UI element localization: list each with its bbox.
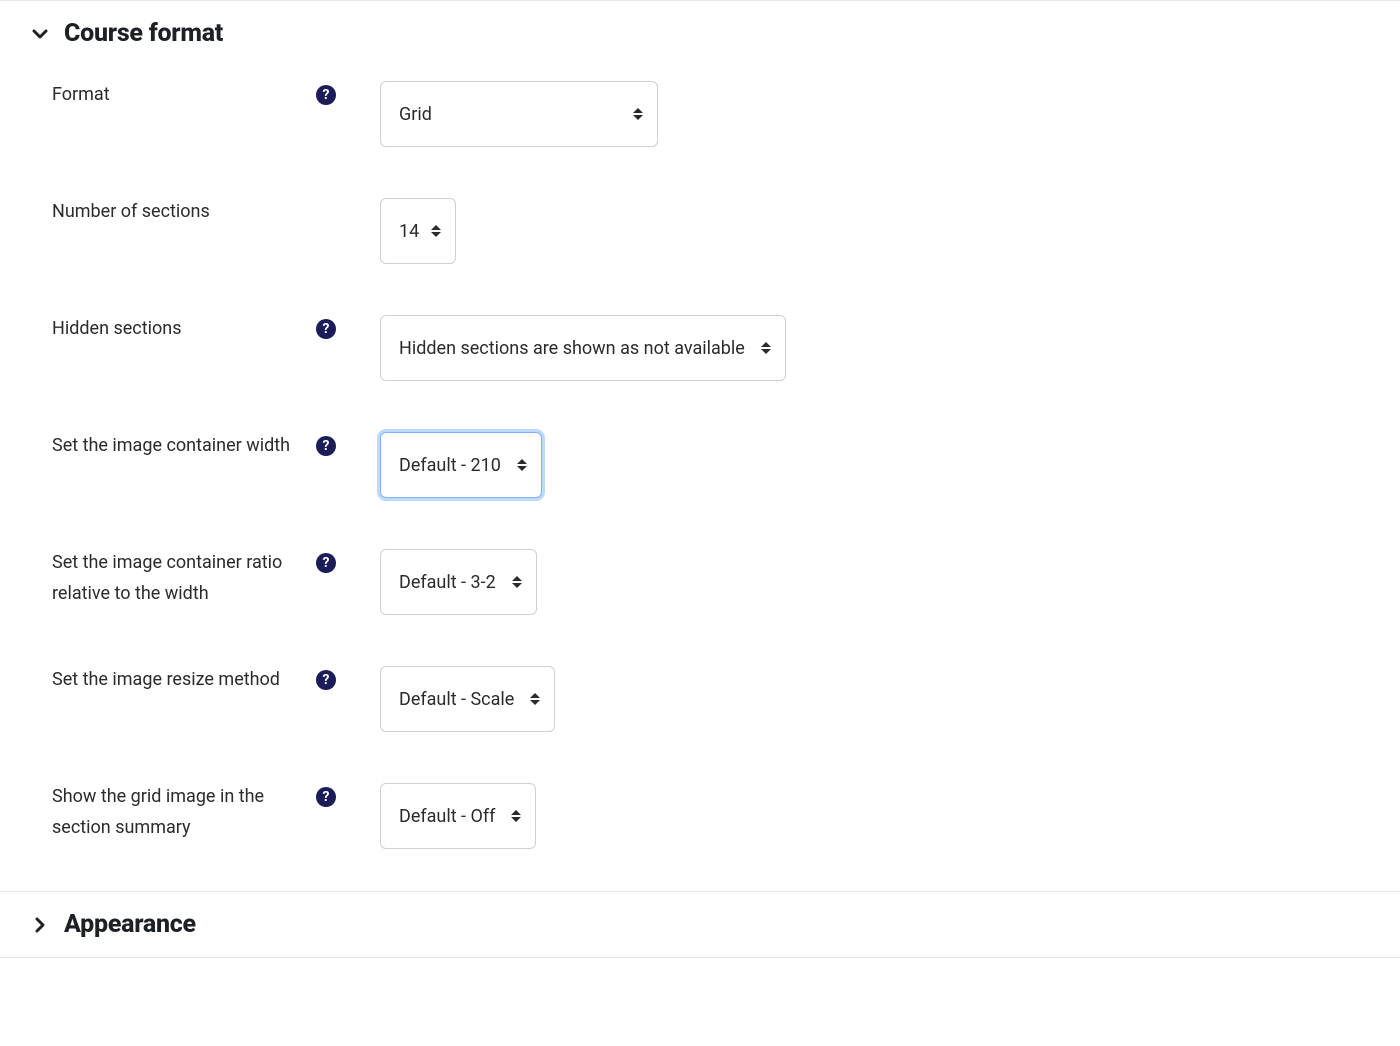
show-grid-image-label: Show the grid image in the section summa…	[52, 782, 302, 843]
field-image-width: Set the image container width ? Default …	[20, 421, 1380, 538]
format-label: Format	[52, 80, 110, 111]
image-width-value: Default - 210	[399, 455, 501, 476]
image-resize-label: Set the image resize method	[52, 665, 280, 696]
image-resize-select[interactable]: Default - Scale	[380, 666, 555, 732]
field-image-resize: Set the image resize method ? Default - …	[20, 655, 1380, 772]
appearance-section-title: Appearance	[64, 910, 196, 939]
field-show-grid-image: Show the grid image in the section summa…	[20, 772, 1380, 863]
image-ratio-value: Default - 3-2	[399, 572, 496, 593]
help-icon[interactable]: ?	[316, 319, 336, 339]
help-icon[interactable]: ?	[316, 553, 336, 573]
image-ratio-label: Set the image container ratio relative t…	[52, 548, 302, 609]
course-format-section-title: Course format	[64, 19, 223, 48]
field-hidden-sections: Hidden sections ? Hidden sections are sh…	[20, 304, 1380, 421]
caret-icon	[511, 810, 521, 822]
caret-icon	[431, 225, 441, 237]
caret-icon	[633, 108, 643, 120]
show-grid-image-value: Default - Off	[399, 806, 495, 827]
caret-icon	[517, 459, 527, 471]
appearance-section-header[interactable]: Appearance	[20, 892, 1380, 957]
caret-icon	[761, 342, 771, 354]
format-value: Grid	[399, 104, 432, 125]
help-icon[interactable]: ?	[316, 787, 336, 807]
hidden-sections-select[interactable]: Hidden sections are shown as not availab…	[380, 315, 786, 381]
num-sections-select[interactable]: 14	[380, 198, 456, 264]
course-format-section-body: Format ? Grid Number of sections 14	[20, 66, 1380, 891]
format-select[interactable]: Grid	[380, 81, 658, 147]
hidden-sections-label: Hidden sections	[52, 314, 182, 345]
chevron-down-icon	[32, 26, 48, 42]
image-resize-value: Default - Scale	[399, 689, 514, 710]
help-icon[interactable]: ?	[316, 670, 336, 690]
num-sections-value: 14	[399, 221, 419, 242]
field-format: Format ? Grid	[20, 70, 1380, 187]
field-image-ratio: Set the image container ratio relative t…	[20, 538, 1380, 655]
field-num-sections: Number of sections 14	[20, 187, 1380, 304]
caret-icon	[512, 576, 522, 588]
image-ratio-select[interactable]: Default - 3-2	[380, 549, 537, 615]
chevron-right-icon	[32, 917, 48, 933]
help-icon[interactable]: ?	[316, 85, 336, 105]
show-grid-image-select[interactable]: Default - Off	[380, 783, 536, 849]
hidden-sections-value: Hidden sections are shown as not availab…	[399, 338, 745, 359]
image-width-label: Set the image container width	[52, 431, 290, 462]
course-format-section-header[interactable]: Course format	[20, 1, 1380, 66]
caret-icon	[530, 693, 540, 705]
num-sections-label: Number of sections	[52, 197, 210, 228]
image-width-select[interactable]: Default - 210	[380, 432, 542, 498]
help-icon[interactable]: ?	[316, 436, 336, 456]
